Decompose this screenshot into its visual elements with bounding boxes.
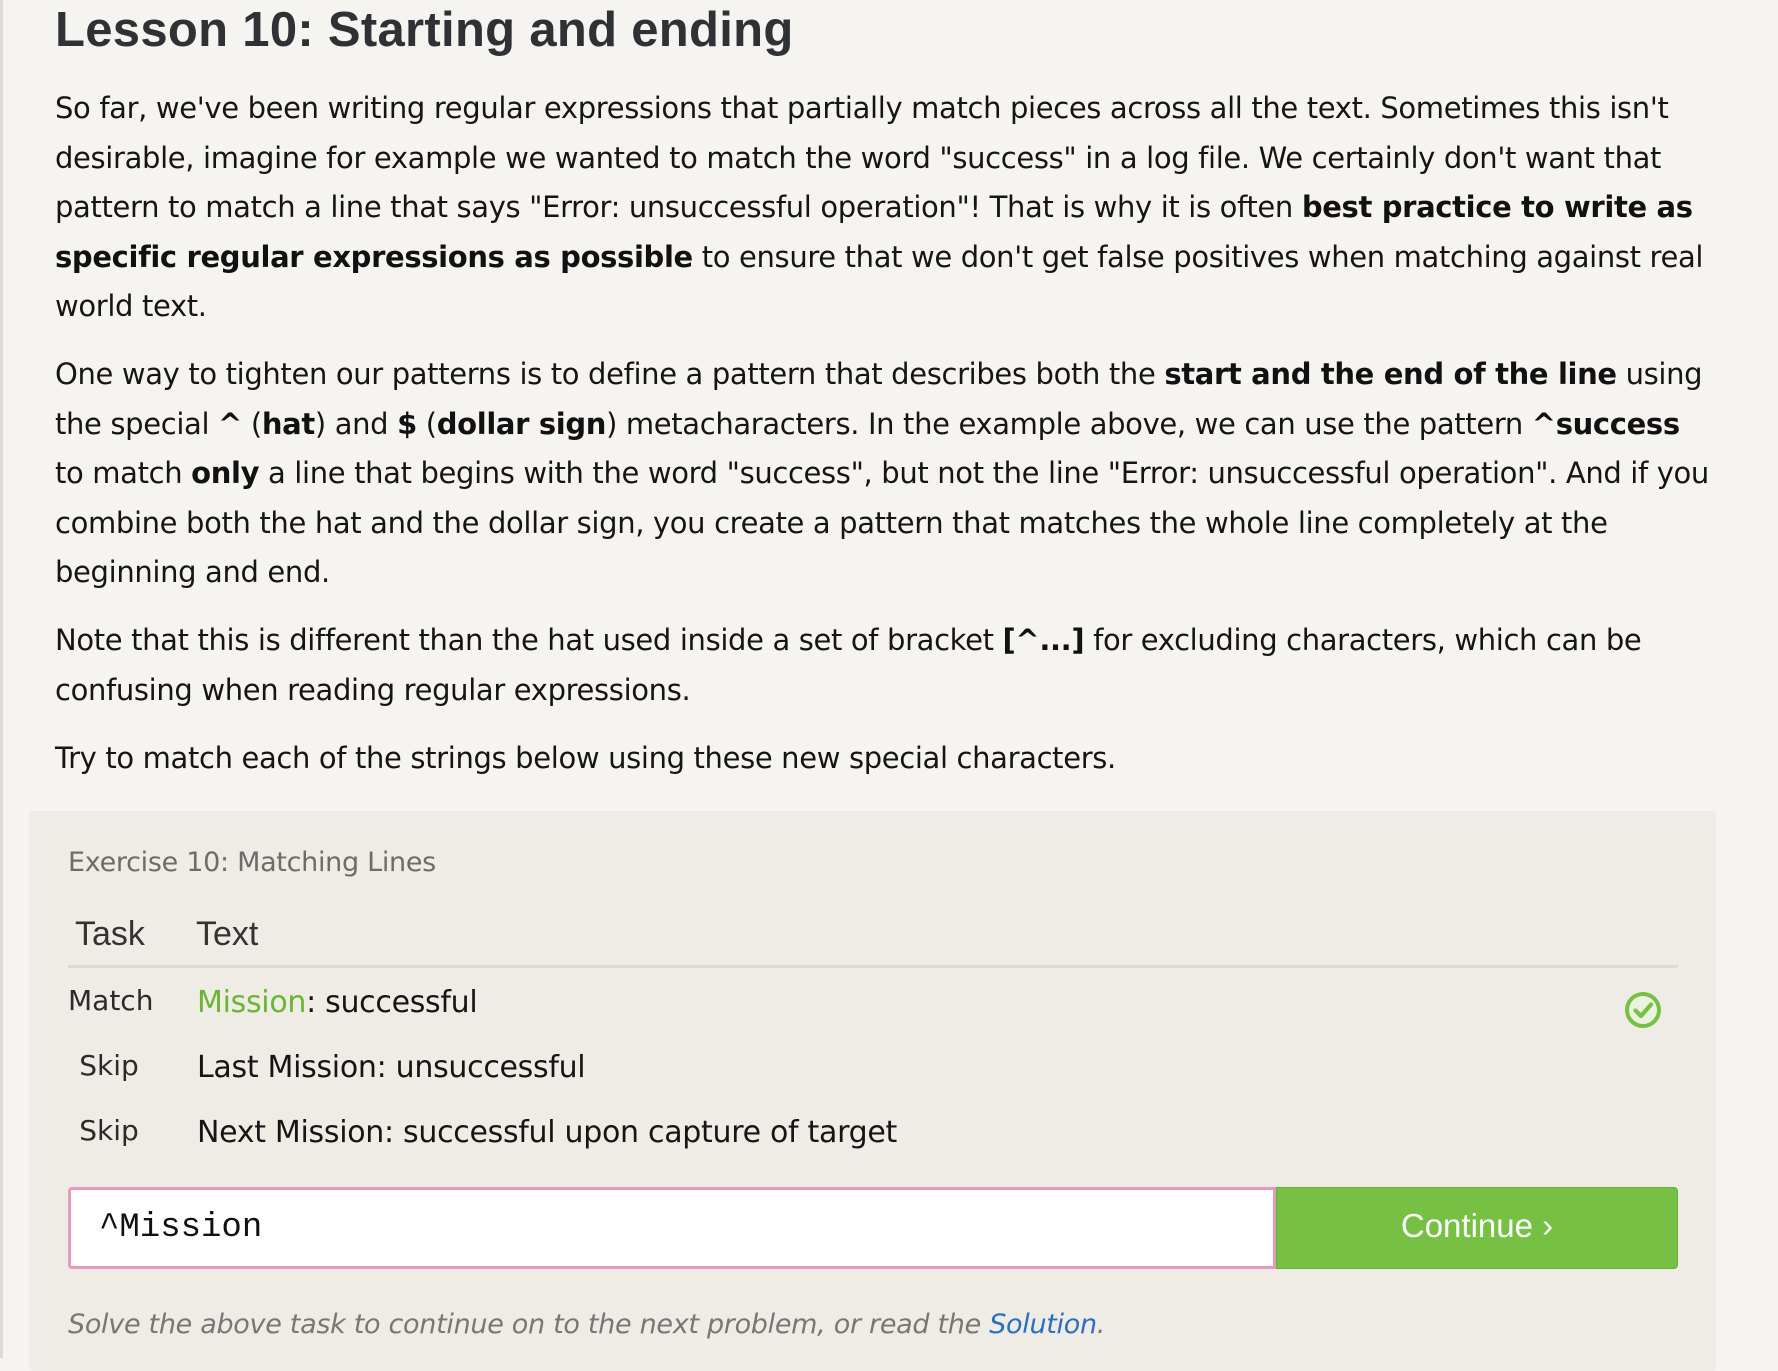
hint-text: Solve the above task to continue on to t…: [68, 1309, 1105, 1340]
task-column-header: Task: [75, 915, 145, 953]
continue-button[interactable]: Continue ›: [1276, 1187, 1678, 1269]
task-label: Match: [68, 984, 154, 1017]
bold-text: ^success: [1531, 406, 1680, 441]
text-segment: One way to tighten our patterns is to de…: [55, 357, 1165, 391]
text-column-header: Text: [196, 915, 259, 953]
text-segment: (: [241, 406, 262, 441]
row-text: Next Mission: successful upon capture of…: [197, 1115, 897, 1150]
bold-text: only: [191, 456, 260, 490]
table-header: Task Text: [68, 907, 1678, 968]
instruction-paragraph: Try to match each of the strings below u…: [55, 741, 1116, 775]
check-circle-icon: [1625, 992, 1661, 1028]
exercise-panel: Exercise 10: Matching Lines Task Text Ma…: [29, 811, 1716, 1371]
note-paragraph: Note that this is different than the hat…: [55, 616, 1715, 715]
text-segment: (: [416, 406, 437, 441]
answer-row: Continue ›: [68, 1187, 1678, 1269]
intro-paragraph: So far, we've been writing regular expre…: [55, 84, 1715, 332]
text-segment: Note that this is different than the hat…: [55, 623, 1003, 657]
lesson-content: Lesson 10: Starting and ending So far, w…: [55, 0, 1715, 775]
text-segment: ) and: [314, 406, 398, 441]
lesson-title: Lesson 10: Starting and ending: [55, 3, 794, 57]
hint-suffix: .: [1096, 1309, 1106, 1340]
regex-input[interactable]: [68, 1187, 1276, 1269]
bold-text: start and the end of the line: [1164, 357, 1617, 391]
page-left-border: [0, 0, 3, 1358]
row-text-rest: : successful: [306, 985, 478, 1020]
match-highlight: Mission: [197, 985, 307, 1020]
solution-link[interactable]: Solution: [989, 1309, 1097, 1340]
exercise-title: Exercise 10: Matching Lines: [68, 847, 436, 878]
bold-text: hat: [261, 406, 315, 441]
hint-prefix: Solve the above task to continue on to t…: [68, 1309, 990, 1340]
table-row: Match Mission: successful: [68, 968, 1678, 1033]
exercise-table: Task Text Match Mission: successful Skip…: [68, 907, 1678, 1163]
text-segment: ) metacharacters. In the example above, …: [606, 406, 1532, 441]
row-text: Mission: successful: [197, 985, 478, 1020]
bold-text: $: [397, 406, 417, 441]
table-row: Skip Last Mission: unsuccessful: [68, 1033, 1678, 1098]
row-text: Last Mission: unsuccessful: [197, 1050, 586, 1085]
text-segment: a line that begins with the word "succes…: [55, 456, 1709, 589]
task-label: Skip: [79, 1049, 139, 1082]
task-label: Skip: [79, 1114, 139, 1147]
bold-text: ^: [218, 406, 242, 441]
text-segment: to match: [55, 456, 192, 490]
table-row: Skip Next Mission: successful upon captu…: [68, 1098, 1678, 1163]
anchors-paragraph: One way to tighten our patterns is to de…: [55, 350, 1715, 598]
bold-text: [^...]: [1002, 623, 1085, 657]
bold-text: dollar sign: [436, 406, 607, 441]
